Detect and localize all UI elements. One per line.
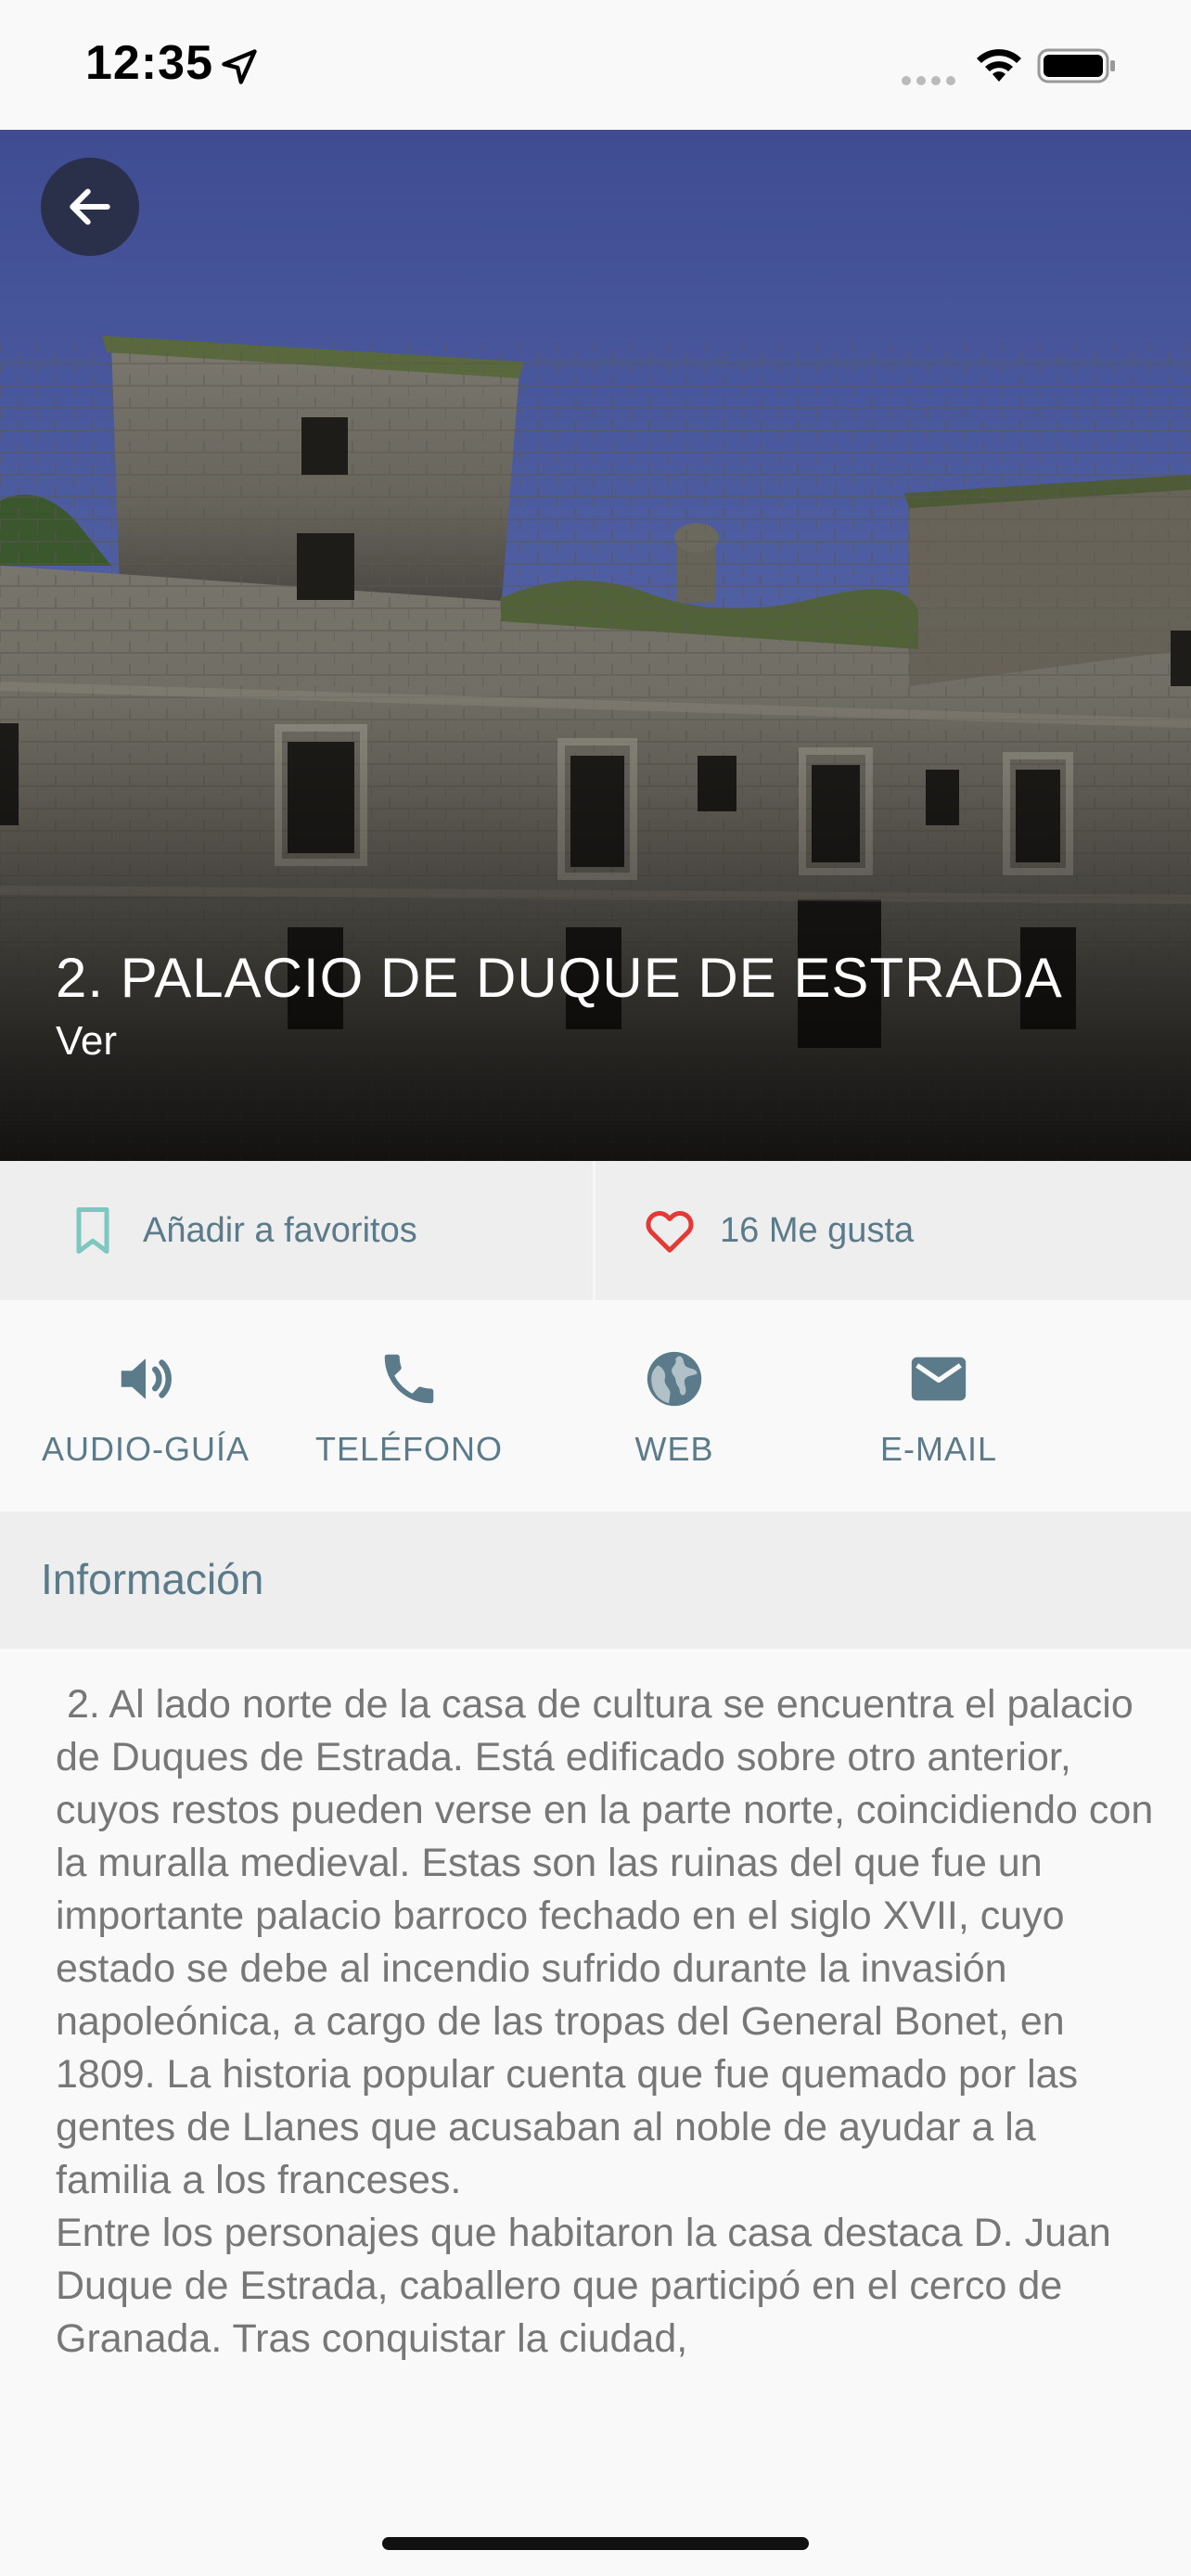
- bookmark-icon: [76, 1207, 109, 1254]
- phone-icon: [384, 1354, 434, 1404]
- cellular-signal-icon: [902, 76, 955, 85]
- heart-icon: [646, 1211, 694, 1253]
- phone-button[interactable]: TELÉFONO: [277, 1346, 541, 1486]
- web-button[interactable]: WEB: [543, 1346, 806, 1486]
- description-paragraph: 2. Al lado norte de la casa de cultura s…: [56, 1682, 1154, 2202]
- email-button[interactable]: E-MAIL: [807, 1346, 1070, 1486]
- battery-icon: [1037, 48, 1115, 83]
- description-paragraph: Entre los personajes que habitaron la ca…: [56, 2211, 1122, 2361]
- speaker-icon: [121, 1358, 172, 1399]
- globe-icon: [647, 1351, 702, 1407]
- likes-count-label: 16 Me gusta: [720, 1210, 915, 1250]
- wifi-icon: [977, 49, 1021, 82]
- contact-options: AUDIO-GUÍA TELÉFONO WEB E-MAIL: [0, 1300, 1191, 1511]
- add-favorites-button[interactable]: Añadir a favoritos: [0, 1161, 596, 1300]
- info-section-title: Información: [41, 1555, 264, 1603]
- arrow-left-icon: [70, 188, 110, 225]
- location-arrow-icon: [222, 49, 257, 84]
- home-indicator[interactable]: [382, 2537, 809, 2550]
- action-bar: Añadir a favoritos 16 Me gusta: [0, 1161, 1191, 1300]
- view-link[interactable]: Ver: [56, 1018, 117, 1065]
- web-label: WEB: [634, 1430, 714, 1468]
- add-favorites-label: Añadir a favoritos: [143, 1210, 417, 1250]
- status-bar: 12:35: [0, 0, 1191, 130]
- audio-guide-label: AUDIO-GUÍA: [41, 1430, 250, 1468]
- status-time: 12:35: [85, 36, 213, 90]
- info-section-header: Información: [0, 1511, 1191, 1649]
- place-title: 2. PALACIO DE DUQUE DE ESTRADA: [56, 947, 1063, 1009]
- like-button[interactable]: 16 Me gusta: [596, 1161, 1191, 1300]
- phone-label: TELÉFONO: [314, 1430, 504, 1468]
- hero-image: 2. PALACIO DE DUQUE DE ESTRADA Ver: [0, 130, 1191, 1161]
- mail-icon: [911, 1357, 967, 1401]
- email-label: E-MAIL: [879, 1430, 998, 1468]
- description-text: 2. Al lado norte de la casa de cultura s…: [56, 1678, 1159, 2476]
- back-button[interactable]: [41, 158, 139, 256]
- audio-guide-button[interactable]: AUDIO-GUÍA: [14, 1346, 277, 1486]
